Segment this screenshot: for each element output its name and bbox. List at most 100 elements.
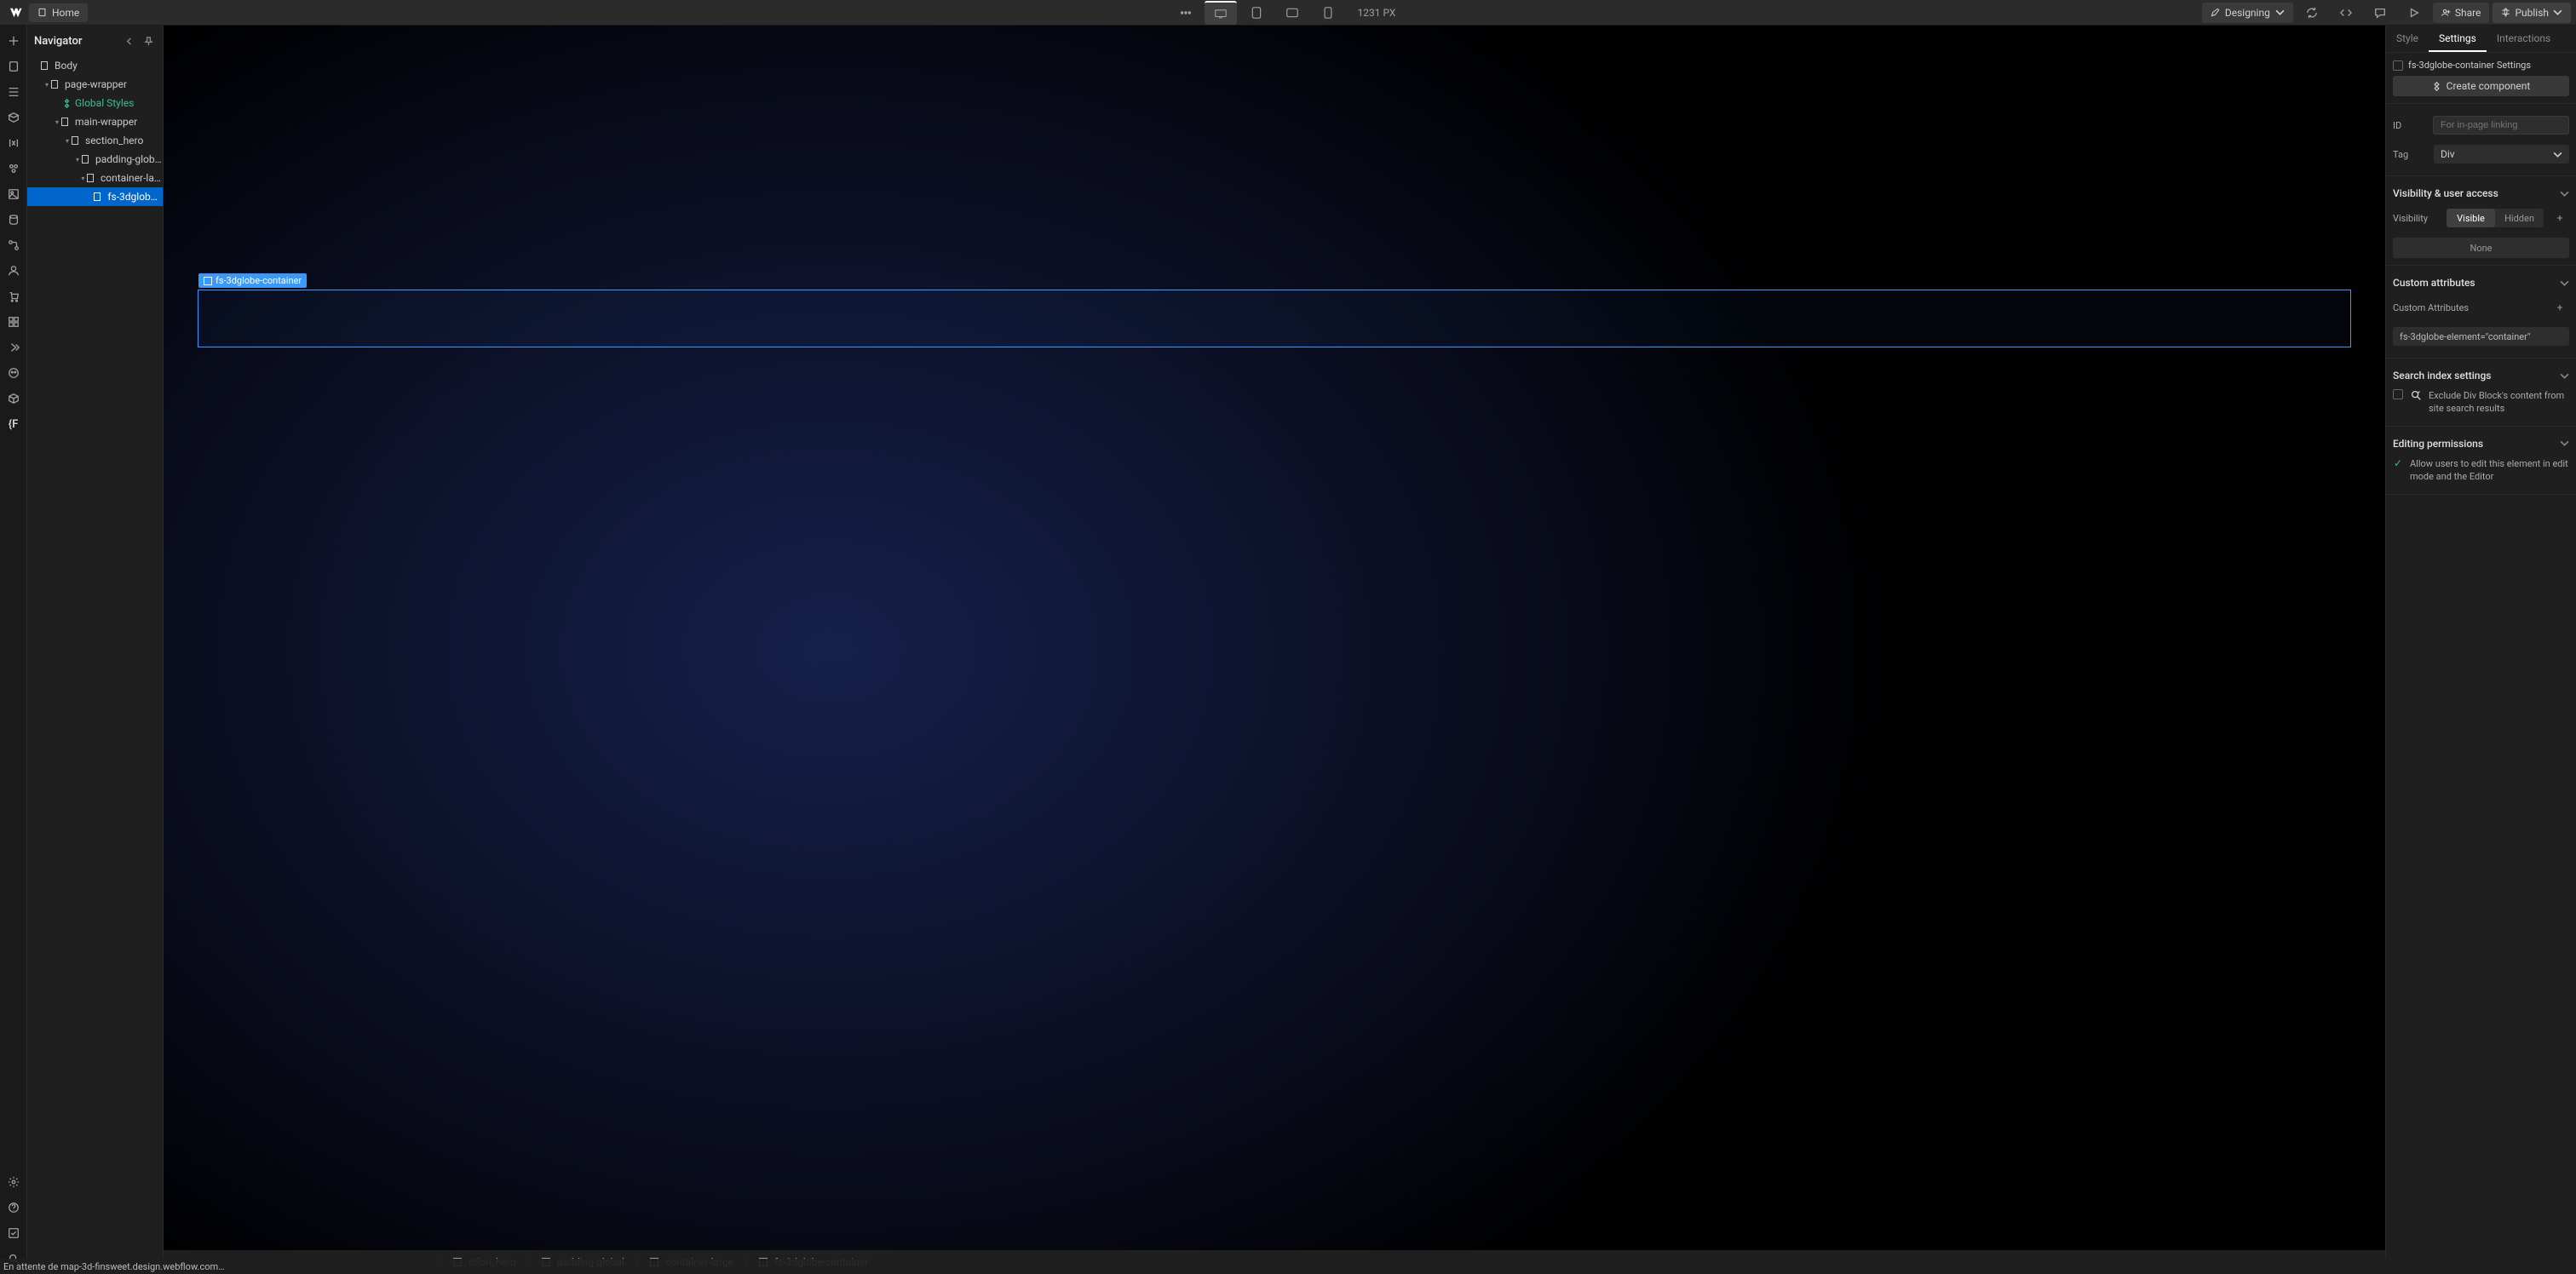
- tree-caret-icon[interactable]: ▾: [73, 156, 82, 164]
- tree-item[interactable]: ▾section_hero: [27, 131, 163, 150]
- device-tablet-portrait[interactable]: [1240, 1, 1273, 25]
- more-menu[interactable]: [1170, 1, 1201, 25]
- audit-icon[interactable]: [2, 336, 26, 359]
- tag-select[interactable]: Div: [2434, 145, 2569, 164]
- tree-item[interactable]: ▾ container-large: [27, 169, 163, 187]
- element-settings-title: fs-3dglobe-container Settings: [2408, 60, 2531, 71]
- tag-value: Div: [2441, 148, 2455, 160]
- assets-icon[interactable]: [2, 182, 26, 206]
- create-component-label: Create component: [2447, 80, 2531, 92]
- threed-icon[interactable]: [2, 387, 26, 410]
- tag-label: Tag: [2393, 149, 2427, 160]
- tab-settings[interactable]: Settings: [2429, 26, 2487, 52]
- exclude-search-checkbox[interactable]: [2393, 389, 2403, 399]
- canvas[interactable]: fs-3dglobe-container ction_heropadding-g…: [164, 26, 2385, 1274]
- components-icon[interactable]: [2, 106, 26, 129]
- search-palette-icon[interactable]: [2, 361, 26, 385]
- div-icon: [72, 135, 82, 146]
- tree-caret-icon[interactable]: ▾: [79, 175, 87, 182]
- add-visibility-button[interactable]: +: [2550, 209, 2569, 227]
- canvas-width: 1231 PX: [1348, 7, 1406, 19]
- custom-attrs-title: Custom attributes: [2393, 277, 2475, 289]
- comments-icon[interactable]: [2365, 1, 2395, 25]
- device-desktop[interactable]: [1205, 1, 1237, 25]
- tree-item[interactable]: Body: [27, 56, 163, 75]
- navigator-icon[interactable]: [2, 80, 26, 104]
- webflow-logo[interactable]: [5, 3, 26, 23]
- topbar: Home 1231 PX Designing: [0, 0, 2576, 26]
- finsweet-icon[interactable]: {F: [2, 412, 26, 436]
- add-attribute-button[interactable]: +: [2550, 298, 2569, 317]
- tree-item[interactable]: ▾ padding-global: [27, 150, 163, 169]
- home-button[interactable]: Home: [29, 3, 88, 22]
- selected-element-label[interactable]: fs-3dglobe-container: [198, 273, 307, 288]
- search-title: Search index settings: [2393, 370, 2491, 382]
- tree-item-label: main-wrapper: [75, 116, 137, 128]
- share-button[interactable]: Share: [2433, 3, 2490, 23]
- code-icon[interactable]: [2331, 1, 2361, 25]
- users-icon[interactable]: [2, 259, 26, 283]
- left-rail: {F: [0, 26, 27, 1274]
- hidden-button[interactable]: Hidden: [2495, 209, 2544, 227]
- div-icon: [204, 277, 212, 285]
- custom-attribute-item[interactable]: fs-3dglobe-element="container": [2393, 327, 2569, 346]
- panel-tabs: StyleSettingsInteractions: [2386, 26, 2576, 53]
- visibility-title: Visibility & user access: [2393, 187, 2498, 199]
- mode-toggle[interactable]: Designing: [2202, 3, 2293, 23]
- device-mobile[interactable]: [1312, 1, 1344, 25]
- visibility-section-header[interactable]: Visibility & user access: [2393, 183, 2569, 204]
- search-section-header[interactable]: Search index settings: [2393, 365, 2569, 386]
- status-text: En attente de map-3d-finsweet.design.web…: [3, 1261, 225, 1272]
- attr-text: fs-3dglobe-element="container": [2400, 331, 2530, 342]
- cms-icon[interactable]: [2, 208, 26, 232]
- styles-icon[interactable]: [2, 157, 26, 181]
- tree-caret-icon[interactable]: ▾: [63, 137, 72, 145]
- tree-item-label: page-wrapper: [65, 78, 127, 90]
- tree-item[interactable]: Global Styles: [27, 94, 163, 112]
- tree-caret-icon[interactable]: ▾: [53, 118, 61, 126]
- selected-element-outline[interactable]: fs-3dglobe-container: [198, 290, 2351, 347]
- tree-item-label: padding-global: [95, 153, 163, 165]
- tree-item[interactable]: fs-3dglobe-co: [27, 187, 163, 206]
- sync-icon[interactable]: [2297, 1, 2327, 25]
- mode-label: Designing: [2225, 7, 2270, 19]
- chevron-down-icon: [2560, 189, 2569, 198]
- visible-button[interactable]: Visible: [2447, 209, 2495, 227]
- create-component-button[interactable]: Create component: [2393, 76, 2569, 96]
- tab-style[interactable]: Style: [2386, 26, 2429, 52]
- preview-icon[interactable]: [2399, 1, 2429, 25]
- component-icon: [61, 98, 72, 108]
- id-input[interactable]: [2433, 116, 2569, 135]
- navigator-tree: Body ▾ page-wrapper Global Styles ▾ main-wrap…: [27, 56, 163, 1274]
- add-elements-icon[interactable]: [2, 29, 26, 53]
- div-icon: [51, 79, 61, 89]
- variables-icon[interactable]: [2, 131, 26, 155]
- pages-icon[interactable]: [2, 55, 26, 78]
- pin-icon[interactable]: [141, 33, 156, 49]
- tab-interactions[interactable]: Interactions: [2487, 26, 2561, 52]
- settings-icon[interactable]: [2, 1170, 26, 1194]
- help-icon[interactable]: [2, 1196, 26, 1219]
- publish-button[interactable]: Publish: [2493, 3, 2571, 23]
- home-label: Home: [52, 7, 79, 19]
- ecommerce-icon[interactable]: [2, 284, 26, 308]
- audit-check-icon[interactable]: [2, 1221, 26, 1245]
- element-checkbox[interactable]: [2393, 60, 2403, 71]
- editing-title: Editing permissions: [2393, 438, 2483, 450]
- collapse-icon[interactable]: [122, 33, 137, 49]
- custom-attrs-section-header[interactable]: Custom attributes: [2393, 273, 2569, 293]
- logic-icon[interactable]: [2, 233, 26, 257]
- custom-attrs-label: Custom Attributes: [2393, 302, 2469, 313]
- tree-item[interactable]: ▾ page-wrapper: [27, 75, 163, 94]
- search-desc: Exclude Div Block's content from site se…: [2429, 389, 2569, 416]
- editing-section-header[interactable]: Editing permissions: [2393, 433, 2569, 454]
- visibility-label: Visibility: [2393, 213, 2440, 224]
- tree-item[interactable]: ▾ main-wrapper: [27, 112, 163, 131]
- tree-item-label: Body: [55, 60, 78, 72]
- apps-icon[interactable]: [2, 310, 26, 334]
- tree-item-label: container-large: [101, 172, 163, 184]
- div-icon: [94, 192, 104, 202]
- publish-label: Publish: [2515, 7, 2549, 19]
- tree-caret-icon[interactable]: ▾: [43, 81, 51, 89]
- device-tablet-landscape[interactable]: [1276, 1, 1308, 25]
